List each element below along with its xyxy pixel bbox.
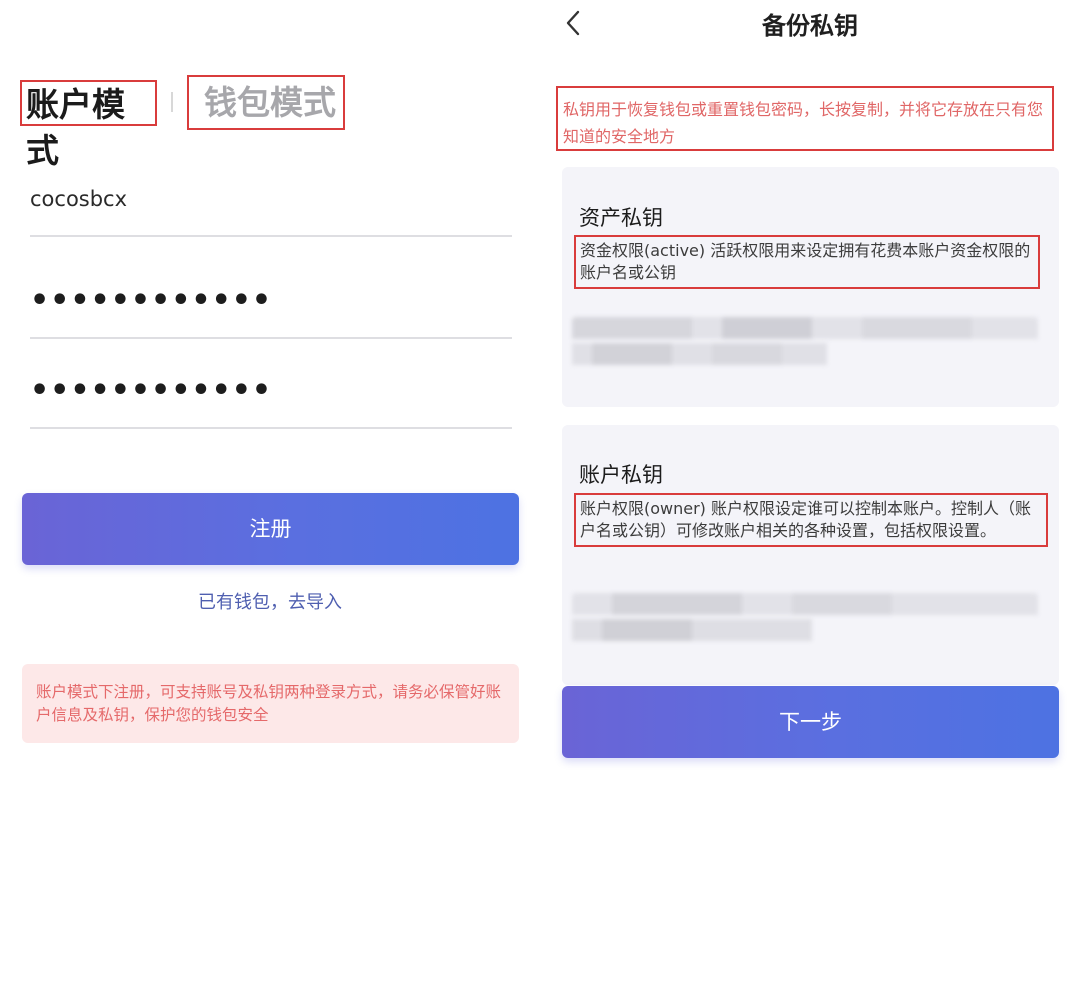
asset-key-title: 资产私钥 (579, 206, 663, 230)
username-field[interactable]: cocosbcx (30, 187, 127, 211)
next-step-button[interactable]: 下一步 (562, 686, 1059, 758)
register-button[interactable]: 注册 (22, 493, 519, 565)
password-underline (30, 337, 512, 339)
confirm-password-underline (30, 427, 512, 429)
tab-wallet-mode[interactable]: 钱包模式 (187, 75, 345, 130)
confirm-password-field[interactable]: •••••••••••• (30, 373, 272, 408)
asset-key-card: 资产私钥 资金权限(active) 活跃权限用来设定拥有花费本账户资金权限的账户… (562, 167, 1059, 407)
tab-divider (171, 92, 173, 112)
tab-account-mode[interactable]: 账户模式 (20, 80, 157, 170)
account-private-key-blurred[interactable] (572, 593, 1038, 643)
register-panel: 账户模式 钱包模式 cocosbcx •••••••••••• ••••••••… (0, 0, 540, 987)
username-underline (30, 235, 512, 237)
import-wallet-link[interactable]: 已有钱包，去导入 (0, 588, 540, 614)
page-title: 备份私钥 (762, 12, 858, 40)
asset-key-description: 资金权限(active) 活跃权限用来设定拥有花费本账户资金权限的账户名或公钥 (574, 235, 1040, 289)
security-notice: 账户模式下注册，可支持账号及私钥两种登录方式，请务必保管好账户信息及私钥，保护您… (22, 664, 519, 743)
password-field[interactable]: •••••••••••• (30, 283, 272, 318)
account-key-card: 账户私钥 账户权限(owner) 账户权限设定谁可以控制本账户。控制人（账户名或… (562, 425, 1059, 685)
account-key-description: 账户权限(owner) 账户权限设定谁可以控制本账户。控制人（账户名或公钥）可修… (574, 493, 1048, 547)
backup-warning: 私钥用于恢复钱包或重置钱包密码，长按复制，并将它存放在只有您知道的安全地方 (556, 86, 1054, 151)
asset-private-key-blurred[interactable] (572, 317, 1038, 367)
account-key-title: 账户私钥 (579, 463, 663, 487)
